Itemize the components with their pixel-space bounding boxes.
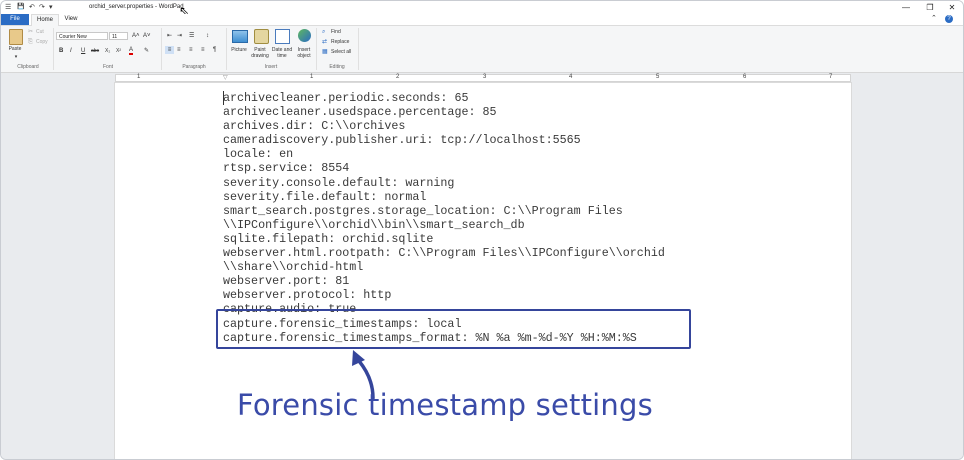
close-button[interactable]: ✕ (939, 1, 963, 14)
ruler-indent-marker-icon[interactable]: ▽ (223, 74, 228, 81)
highlight-color-icon[interactable]: ✎ (144, 47, 149, 55)
select-all-button[interactable]: Select all (331, 48, 351, 56)
paste-icon[interactable] (9, 29, 23, 45)
decrease-indent-icon[interactable]: ⇤ (167, 32, 172, 40)
paragraph-settings-icon[interactable]: ¶ (213, 46, 216, 54)
insert-object-icon[interactable] (298, 29, 311, 42)
document-line[interactable]: \\share\\orchid-html (223, 260, 363, 274)
document-line[interactable]: webserver.html.rootpath: C:\\Program Fil… (223, 246, 665, 260)
window-title: orchid_server.properties - WordPad (89, 4, 184, 10)
document-text[interactable]: archivecleaner.periodic.seconds: 65 arch… (223, 91, 665, 345)
ruler-number: 4 (569, 74, 573, 80)
document-line[interactable]: severity.file.default: normal (223, 190, 426, 204)
annotation-caption: Forensic timestamp settings (237, 388, 653, 422)
document-line[interactable]: smart_search.postgres.storage_location: … (223, 204, 623, 218)
superscript-button[interactable]: X² (116, 47, 121, 55)
undo-icon[interactable]: ↶ (29, 3, 35, 12)
help-icon[interactable]: ? (945, 15, 953, 23)
increase-indent-icon[interactable]: ⇥ (177, 32, 182, 40)
ribbon: Paste ▾ ✂ Cut ⎘ Copy Clipboard Courier N… (1, 26, 963, 73)
document-line[interactable]: archivecleaner.usedspace.percentage: 85 (223, 105, 497, 119)
document-line[interactable]: severity.console.default: warning (223, 176, 454, 190)
cut-button[interactable]: Cut (36, 28, 44, 36)
paint-drawing-button[interactable]: Paint drawing (249, 47, 271, 59)
shrink-font-button[interactable]: A˅ (143, 32, 151, 40)
bullets-icon[interactable]: ☰ (189, 32, 194, 40)
document-line[interactable]: archives.dir: C:\\orchives (223, 119, 405, 133)
tab-home[interactable]: Home (31, 14, 59, 26)
insert-object-button[interactable]: Insert object (293, 47, 315, 59)
text-caret (223, 91, 224, 105)
ribbon-tabs: File Home View ⌃ ? (1, 14, 963, 26)
strikethrough-button[interactable]: abc (91, 47, 99, 55)
ruler: 1 ▽ 1 2 3 4 5 6 7 (1, 73, 963, 83)
minimize-button[interactable]: — (893, 1, 919, 14)
ruler-number: 6 (743, 74, 747, 80)
date-time-icon[interactable] (275, 29, 290, 44)
picture-icon[interactable] (232, 30, 248, 43)
justify-icon[interactable]: ≡ (201, 46, 205, 54)
document-line[interactable]: sqlite.filepath: orchid.sqlite (223, 232, 433, 246)
subscript-button[interactable]: X₂ (105, 47, 110, 55)
align-left-icon[interactable]: ≡ (165, 46, 174, 54)
document-line[interactable]: locale: en (223, 147, 293, 161)
tab-file[interactable]: File (1, 14, 29, 25)
find-icon[interactable]: ⌕ (322, 28, 325, 36)
ruler-number: 7 (829, 74, 833, 80)
paragraph-group-label: Paragraph (182, 64, 206, 70)
customize-toolbar-icon[interactable]: ▾ (49, 3, 53, 12)
document-line[interactable]: webserver.port: 81 (223, 274, 349, 288)
copy-button[interactable]: Copy (36, 38, 48, 46)
picture-button[interactable]: Picture (229, 47, 249, 53)
font-family-select[interactable]: Courier New (56, 32, 108, 40)
insert-group-label: Insert (264, 64, 278, 70)
font-color-button[interactable]: A (129, 47, 134, 55)
editing-group-label: Editing (329, 64, 345, 70)
collapse-ribbon-icon[interactable]: ⌃ (931, 15, 937, 23)
ruler-number: 1 (137, 74, 141, 80)
ruler-number: 3 (483, 74, 487, 80)
highlight-box (216, 309, 691, 349)
line-spacing-icon[interactable]: ↕ (206, 32, 209, 40)
ribbon-divider (161, 28, 162, 70)
underline-button[interactable]: U (81, 47, 85, 55)
font-size-select[interactable]: 11 (109, 32, 128, 40)
document-line[interactable]: \\IPConfigure\\orchid\\bin\\smart_search… (223, 218, 525, 232)
replace-icon[interactable]: ⇄ (322, 38, 327, 46)
document-line[interactable]: rtsp.service: 8554 (223, 161, 349, 175)
ruler-number: 5 (656, 74, 660, 80)
document-line[interactable]: cameradiscovery.publisher.uri: tcp://loc… (223, 133, 581, 147)
clipboard-group-label: Clipboard (17, 64, 39, 70)
cut-icon[interactable]: ✂ (28, 28, 33, 36)
redo-icon[interactable]: ↷ (39, 3, 45, 12)
grow-font-button[interactable]: A˄ (132, 32, 140, 40)
tab-view[interactable]: View (59, 14, 83, 25)
paste-dropdown-icon[interactable]: ▾ (6, 54, 26, 60)
document-line[interactable]: archivecleaner.periodic.seconds: 65 (223, 91, 468, 105)
select-all-icon[interactable]: ▦ (322, 48, 328, 56)
find-button[interactable]: Find (331, 28, 341, 36)
italic-button[interactable]: I (70, 47, 72, 55)
ruler-number: 1 (310, 74, 314, 80)
save-icon[interactable]: 💾 (17, 3, 24, 12)
copy-icon[interactable]: ⎘ (28, 38, 33, 46)
align-right-icon[interactable]: ≡ (189, 46, 193, 54)
align-center-icon[interactable]: ≡ (177, 46, 181, 54)
ribbon-divider (53, 28, 54, 70)
paint-drawing-icon[interactable] (254, 29, 269, 44)
bold-button[interactable]: B (59, 47, 63, 55)
app-menu-icon[interactable]: ☰ (5, 3, 11, 12)
font-group-label: Font (102, 64, 113, 70)
ruler-number: 2 (396, 74, 400, 80)
date-time-button[interactable]: Date and time (271, 47, 293, 59)
ribbon-divider (358, 28, 359, 70)
paste-button[interactable]: Paste (5, 46, 25, 52)
document-line[interactable]: webserver.protocol: http (223, 288, 391, 302)
title-bar: ☰ 💾 ↶ ↷ ▾ orchid_server.properties - Wor… (1, 1, 963, 14)
replace-button[interactable]: Replace (331, 38, 349, 46)
